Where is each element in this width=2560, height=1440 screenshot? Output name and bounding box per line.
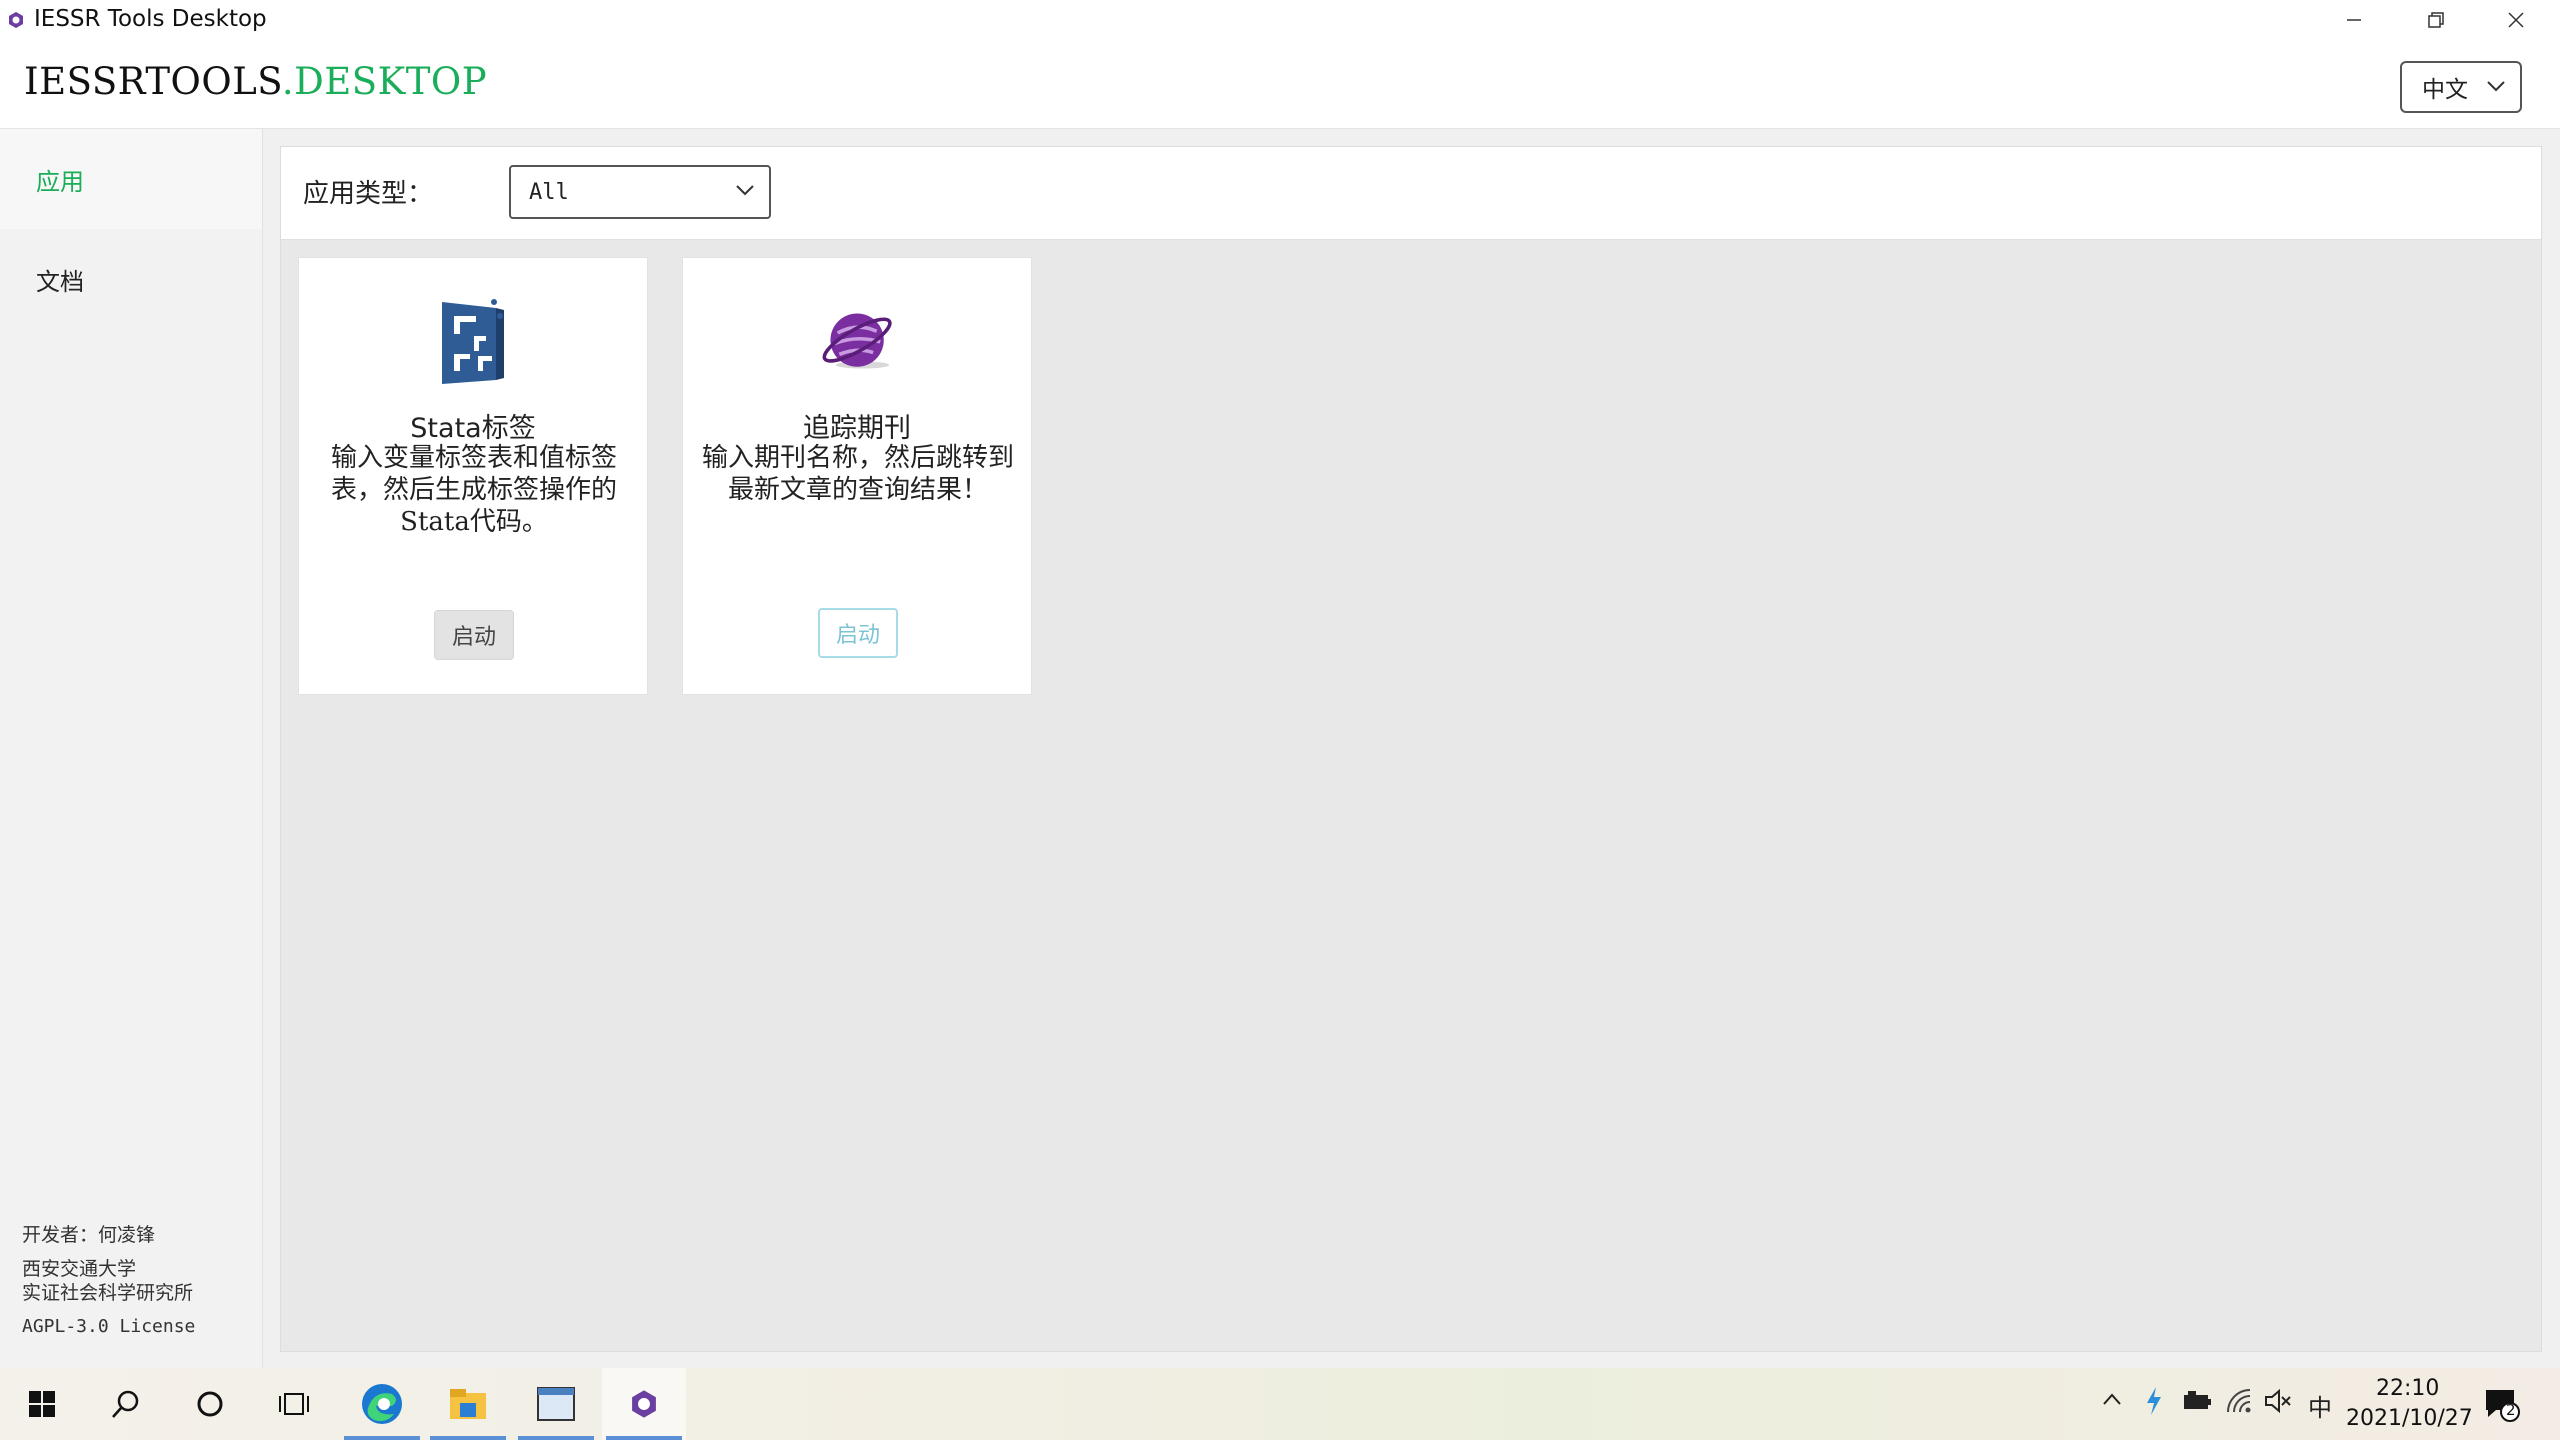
close-button[interactable]	[2476, 0, 2556, 40]
file-explorer-icon	[450, 1389, 486, 1419]
restore-button[interactable]	[2396, 0, 2476, 40]
language-select[interactable]: 中文	[2400, 61, 2522, 113]
power-bolt-icon[interactable]	[2144, 1386, 2164, 1416]
sidebar-item-docs[interactable]: 文档	[0, 229, 262, 329]
filter-bar: 应用类型： All	[281, 147, 2541, 240]
chevron-up-icon[interactable]	[2102, 1392, 2122, 1406]
cortana-icon	[197, 1391, 223, 1417]
window-title: IESSR Tools Desktop	[34, 6, 267, 32]
search-button[interactable]	[84, 1368, 168, 1440]
app-type-value: All	[529, 179, 569, 205]
app-header: IESSRTOOLS.DESKTOP 中文	[0, 40, 2560, 129]
app-type-select[interactable]: All	[509, 165, 771, 219]
close-icon	[2508, 12, 2524, 28]
app-card-stata: Stata标签 输入变量标签表和值标签表，然后生成标签操作的Stata代码。 启…	[298, 257, 648, 695]
app-type-label: 应用类型：	[303, 179, 434, 209]
app-title: 追踪期刊	[803, 413, 911, 444]
task-view-button[interactable]	[252, 1368, 336, 1440]
clock-time[interactable]: 22:10	[2376, 1376, 2439, 1401]
taskbar-window-app[interactable]	[514, 1368, 598, 1440]
language-value: 中文	[2422, 77, 2468, 103]
sidebar-item-apps[interactable]: 应用	[0, 129, 262, 229]
stata-icon	[442, 299, 504, 384]
app-description: 输入期刊名称，然后跳转到最新文章的查询结果！	[701, 443, 1014, 505]
taskbar-file-explorer[interactable]	[426, 1368, 510, 1440]
taskbar: 中 22:10 2021/10/27 2	[0, 1368, 2560, 1440]
app-icon	[9, 12, 23, 28]
taskbar-edge[interactable]	[340, 1368, 424, 1440]
windows-start-icon	[29, 1391, 55, 1417]
restore-icon	[2428, 12, 2444, 28]
notification-center-button[interactable]: 2	[2484, 1386, 2520, 1422]
sidebar-footer: 开发者：何凌锋 西安交通大学 实证社会科学研究所 AGPL-3.0 Licens…	[22, 1223, 195, 1339]
university-text: 西安交通大学	[22, 1258, 137, 1280]
running-indicator	[344, 1436, 420, 1440]
brand-logo[interactable]: IESSRTOOLS.DESKTOP	[24, 60, 487, 103]
volume-muted-icon[interactable]	[2264, 1388, 2292, 1414]
institute-text: 实证社会科学研究所	[22, 1282, 194, 1304]
running-indicator	[606, 1436, 682, 1440]
app-card-journal: 追踪期刊 输入期刊名称，然后跳转到最新文章的查询结果！ 启动	[682, 257, 1032, 695]
battery-icon[interactable]	[2182, 1390, 2212, 1412]
developer-text: 开发者：何凌锋	[22, 1224, 156, 1246]
sidebar: 应用 文档 开发者：何凌锋 西安交通大学 实证社会科学研究所 AGPL-3.0 …	[0, 129, 263, 1369]
clock-date[interactable]: 2021/10/27	[2346, 1406, 2473, 1431]
main-panel: 应用类型： All Stata标签 输入变量标签表和值标签表，然后生成标签操作的…	[280, 146, 2542, 1352]
license-text: AGPL-3.0 License	[22, 1316, 196, 1337]
brand-main-text: IESSRTOOLS	[24, 60, 282, 103]
task-view-icon	[279, 1393, 309, 1415]
app-title: Stata标签	[410, 413, 536, 444]
running-indicator	[518, 1436, 594, 1440]
launch-button[interactable]: 启动	[818, 608, 898, 658]
planet-icon	[822, 313, 892, 369]
edge-icon	[362, 1384, 402, 1424]
app-description: 输入变量标签表和值标签表，然后生成标签操作的Stata代码。	[330, 443, 617, 537]
window-app-icon	[537, 1387, 575, 1421]
brand-suffix-text: .DESKTOP	[281, 60, 488, 103]
chevron-down-icon	[736, 185, 754, 196]
search-icon	[112, 1390, 139, 1418]
minimize-button[interactable]	[2314, 0, 2394, 40]
launch-button[interactable]: 启动	[434, 610, 514, 660]
title-bar: IESSR Tools Desktop	[0, 0, 2560, 40]
cortana-button[interactable]	[168, 1368, 252, 1440]
input-method-indicator[interactable]: 中	[2308, 1388, 2332, 1423]
running-indicator	[430, 1436, 506, 1440]
iessr-app-icon	[632, 1390, 656, 1418]
minimize-icon	[2347, 19, 2361, 21]
taskbar-iessr-app[interactable]	[602, 1368, 686, 1440]
chevron-down-icon	[2487, 81, 2505, 92]
notification-count: 2	[2506, 1401, 2516, 1419]
start-button[interactable]	[0, 1368, 84, 1440]
wifi-icon[interactable]	[2226, 1388, 2252, 1414]
